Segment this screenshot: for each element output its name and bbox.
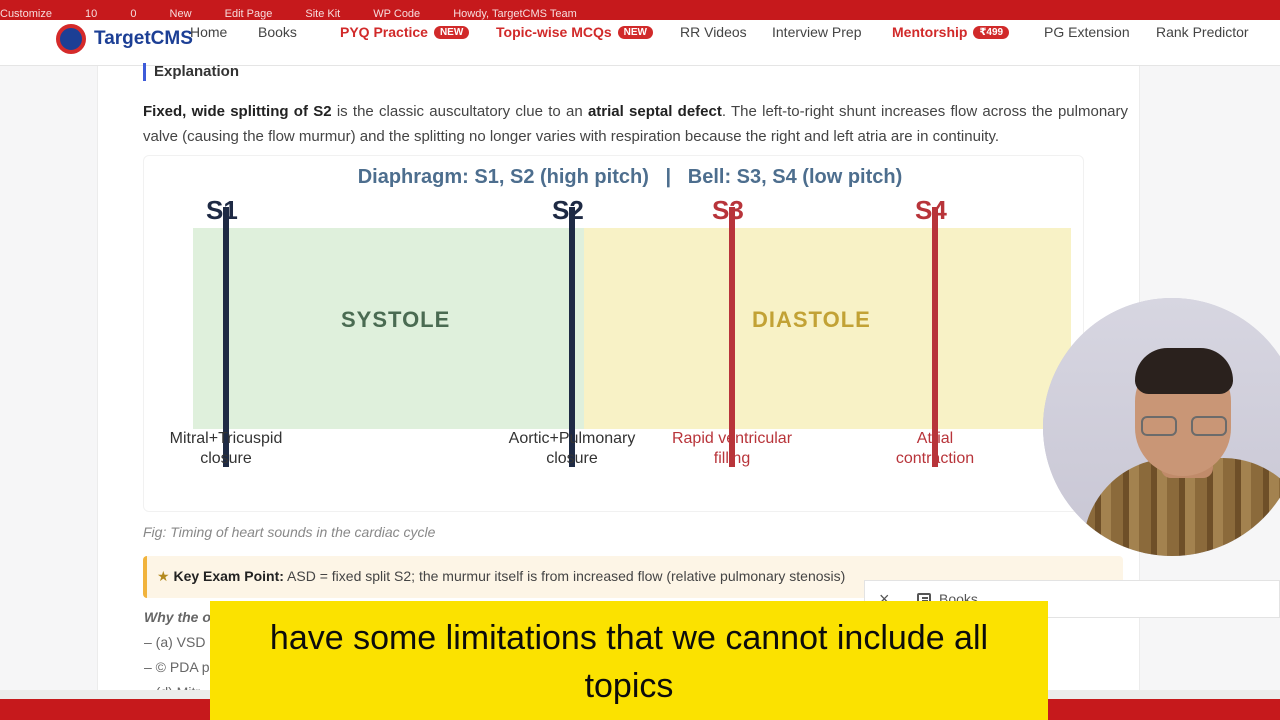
- sound-label: S2: [552, 195, 584, 225]
- nav-item-label: Books: [258, 24, 297, 40]
- toolbar-item[interactable]: 10: [85, 9, 97, 20]
- figure-title: Diaphragm: S1, S2 (high pitch) | Bell: S…: [357, 166, 903, 188]
- sound-caption: Mitral+Tricuspid closure: [146, 429, 306, 469]
- sound-marker-line: [223, 207, 229, 467]
- toolbar-item[interactable]: WP Code: [373, 9, 420, 20]
- systole-label: SYSTOLE: [341, 307, 451, 332]
- subtitle-line: have some limitations that we cannot inc…: [269, 619, 989, 657]
- nav-item-label: Topic-wise MCQs: [496, 24, 612, 40]
- diastole-label: DIASTOLE: [752, 307, 871, 332]
- sound-caption-line: Atrial: [916, 430, 954, 447]
- body-text: is the classic auscultatory clue to an: [331, 103, 588, 120]
- sound-caption-line: Rapid ventricular: [671, 430, 793, 447]
- main-nav: TargetCMS Home Books PYQ Practice NEW Topic-…: [0, 20, 1280, 66]
- nav-item[interactable]: Topic-wise MCQs NEW: [496, 24, 653, 40]
- sound-caption-line: closure: [546, 450, 598, 467]
- nav-item-label: PYQ Practice: [340, 24, 428, 40]
- toolbar-item[interactable]: 0: [130, 9, 136, 20]
- screen: Customize 10 0 New Edit Page Site Kit WP…: [0, 0, 1280, 720]
- nav-item[interactable]: Home: [190, 24, 227, 40]
- nav-item[interactable]: Mentorship ₹499: [892, 24, 1010, 40]
- nav-item-label: Rank Predictor: [1156, 24, 1249, 40]
- sound-caption-line: Aortic+Pulmonary: [508, 430, 636, 447]
- sound-caption-line: filling: [713, 450, 751, 467]
- sound-caption: Atrial contraction: [855, 429, 1015, 469]
- sound-marker-line: [569, 207, 575, 467]
- why-others-heading: Why the o: [144, 609, 211, 625]
- nav-item[interactable]: PG Extension: [1044, 24, 1130, 40]
- sound-label: S3: [712, 195, 744, 225]
- sound-marker-line: [729, 207, 735, 467]
- toolbar-item[interactable]: Edit Page: [225, 9, 273, 20]
- key-point-text: ASD = fixed split S2; the murmur itself …: [283, 568, 846, 584]
- sound-caption-line: closure: [200, 450, 252, 467]
- toolbar-item[interactable]: New: [170, 9, 192, 20]
- emphasis-text: atrial septal defect: [587, 103, 722, 120]
- toolbar-item[interactable]: Howdy, TargetCMS Team: [453, 9, 577, 20]
- nav-badge: NEW: [433, 25, 470, 39]
- toolbar-item[interactable]: Customize: [0, 9, 52, 20]
- option-line: – © PDA p: [144, 659, 210, 675]
- nav-item-label: Interview Prep: [772, 24, 862, 40]
- figure-caption: Fig: Timing of heart sounds in the cardi…: [143, 524, 436, 540]
- sound-marker-line: [932, 207, 938, 467]
- explanation-paragraph: Fixed, wide splitting of S2 is the class…: [143, 99, 1128, 149]
- sound-caption: Aortic+Pulmonary closure: [492, 429, 652, 469]
- nav-item-label: RR Videos: [680, 24, 747, 40]
- star-icon: ★: [157, 568, 174, 584]
- logo-text: TargetCMS: [94, 28, 193, 49]
- sound-caption: Rapid ventricular filling: [652, 429, 812, 469]
- sound-caption-line: Mitral+Tricuspid: [169, 430, 283, 447]
- explanation-heading: Explanation: [143, 63, 239, 81]
- nav-item-label: Home: [190, 24, 228, 40]
- admin-toolbar: Customize 10 0 New Edit Page Site Kit WP…: [0, 9, 1280, 20]
- nav-item[interactable]: RR Videos: [680, 24, 747, 40]
- nav-item[interactable]: Rank Predictor: [1156, 24, 1249, 40]
- toolbar-item[interactable]: Site Kit: [305, 9, 340, 20]
- sound-label: S1: [206, 195, 238, 225]
- cam-hair: [1135, 348, 1233, 394]
- nav-badge: ₹499: [973, 25, 1010, 39]
- nav-badge: NEW: [617, 25, 653, 39]
- sound-label: S4: [915, 195, 947, 225]
- nav-item[interactable]: Books: [258, 24, 297, 40]
- nav-item[interactable]: Interview Prep: [772, 24, 861, 40]
- sound-caption-line: contraction: [895, 450, 975, 467]
- nav-item[interactable]: PYQ Practice NEW: [340, 24, 470, 40]
- subtitle-line: topics: [584, 667, 674, 705]
- webcam-overlay: [1043, 298, 1280, 556]
- emphasis-text: Fixed, wide splitting of S2: [143, 103, 332, 120]
- logo-icon: [56, 24, 86, 54]
- video-subtitle: have some limitations that we cannot inc…: [210, 601, 1048, 720]
- nav-item-label: Mentorship: [892, 24, 968, 40]
- key-point-label: Key Exam Point:: [173, 568, 284, 584]
- option-line: – (a) VSD c: [144, 634, 217, 650]
- nav-item-label: PG Extension: [1044, 24, 1130, 40]
- cam-glasses: [1141, 416, 1227, 438]
- logo[interactable]: TargetCMS: [56, 24, 193, 54]
